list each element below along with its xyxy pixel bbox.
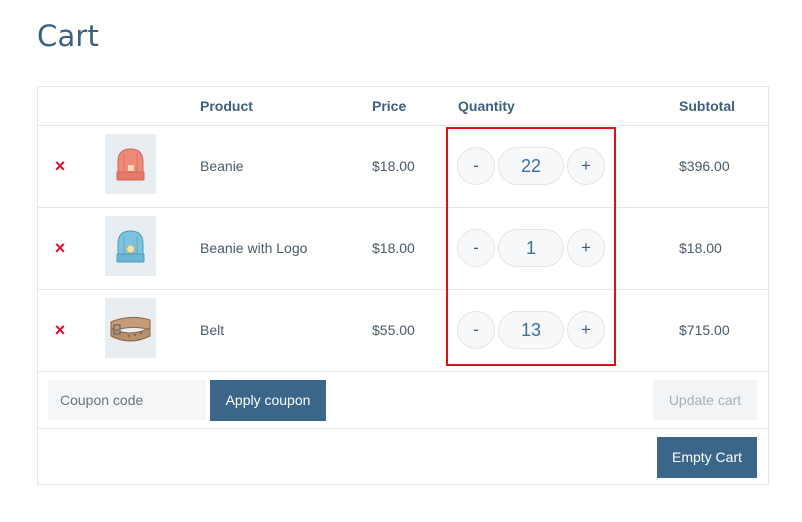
product-price: $55.00: [372, 322, 415, 338]
quantity-decrease-button[interactable]: -: [457, 147, 495, 185]
quantity-stepper: - 1 +: [457, 229, 607, 267]
product-name[interactable]: Belt: [200, 322, 224, 338]
cart-table: Product Price Quantity Subtotal × Beanie…: [37, 86, 769, 485]
product-thumbnail[interactable]: [105, 134, 156, 194]
product-subtotal: $18.00: [679, 240, 722, 256]
table-row: × Beanie $18.00 - 22 + $396.00: [38, 126, 768, 208]
quantity-input[interactable]: 1: [498, 229, 564, 267]
header-subtotal: Subtotal: [679, 98, 735, 114]
quantity-decrease-button[interactable]: -: [457, 229, 495, 267]
page-title: Cart: [37, 19, 100, 53]
quantity-input[interactable]: 22: [498, 147, 564, 185]
update-cart-button[interactable]: Update cart: [653, 380, 757, 420]
product-thumbnail[interactable]: [105, 298, 156, 358]
belt-icon: [110, 316, 151, 342]
remove-item-icon[interactable]: ×: [52, 156, 68, 176]
quantity-increase-button[interactable]: +: [567, 147, 605, 185]
beanie-logo-icon: [116, 230, 145, 263]
apply-coupon-button[interactable]: Apply coupon: [210, 380, 326, 421]
product-price: $18.00: [372, 240, 415, 256]
coupon-code-input[interactable]: Coupon code: [48, 380, 206, 420]
table-header: Product Price Quantity Subtotal: [38, 87, 768, 126]
product-name[interactable]: Beanie with Logo: [200, 240, 307, 256]
table-row: × Beanie with Logo $18.00 - 1 + $18.00: [38, 208, 768, 290]
empty-cart-row: Empty Cart: [38, 429, 768, 485]
product-subtotal: $396.00: [679, 158, 730, 174]
product-price: $18.00: [372, 158, 415, 174]
table-row: × Belt $55.00 - 13 + $715.00: [38, 290, 768, 372]
header-quantity: Quantity: [458, 98, 515, 114]
header-price: Price: [372, 98, 407, 114]
beanie-icon: [116, 148, 145, 181]
product-subtotal: $715.00: [679, 322, 730, 338]
product-name[interactable]: Beanie: [200, 158, 244, 174]
remove-item-icon[interactable]: ×: [52, 238, 68, 258]
quantity-decrease-button[interactable]: -: [457, 311, 495, 349]
cart-actions: Coupon code Apply coupon Update cart: [38, 372, 768, 429]
remove-item-icon[interactable]: ×: [52, 320, 68, 340]
quantity-increase-button[interactable]: +: [567, 229, 605, 267]
quantity-stepper: - 22 +: [457, 147, 607, 185]
quantity-increase-button[interactable]: +: [567, 311, 605, 349]
quantity-input[interactable]: 13: [498, 311, 564, 349]
quantity-stepper: - 13 +: [457, 311, 607, 349]
empty-cart-button[interactable]: Empty Cart: [657, 437, 757, 478]
product-thumbnail[interactable]: [105, 216, 156, 276]
header-product: Product: [200, 98, 253, 114]
